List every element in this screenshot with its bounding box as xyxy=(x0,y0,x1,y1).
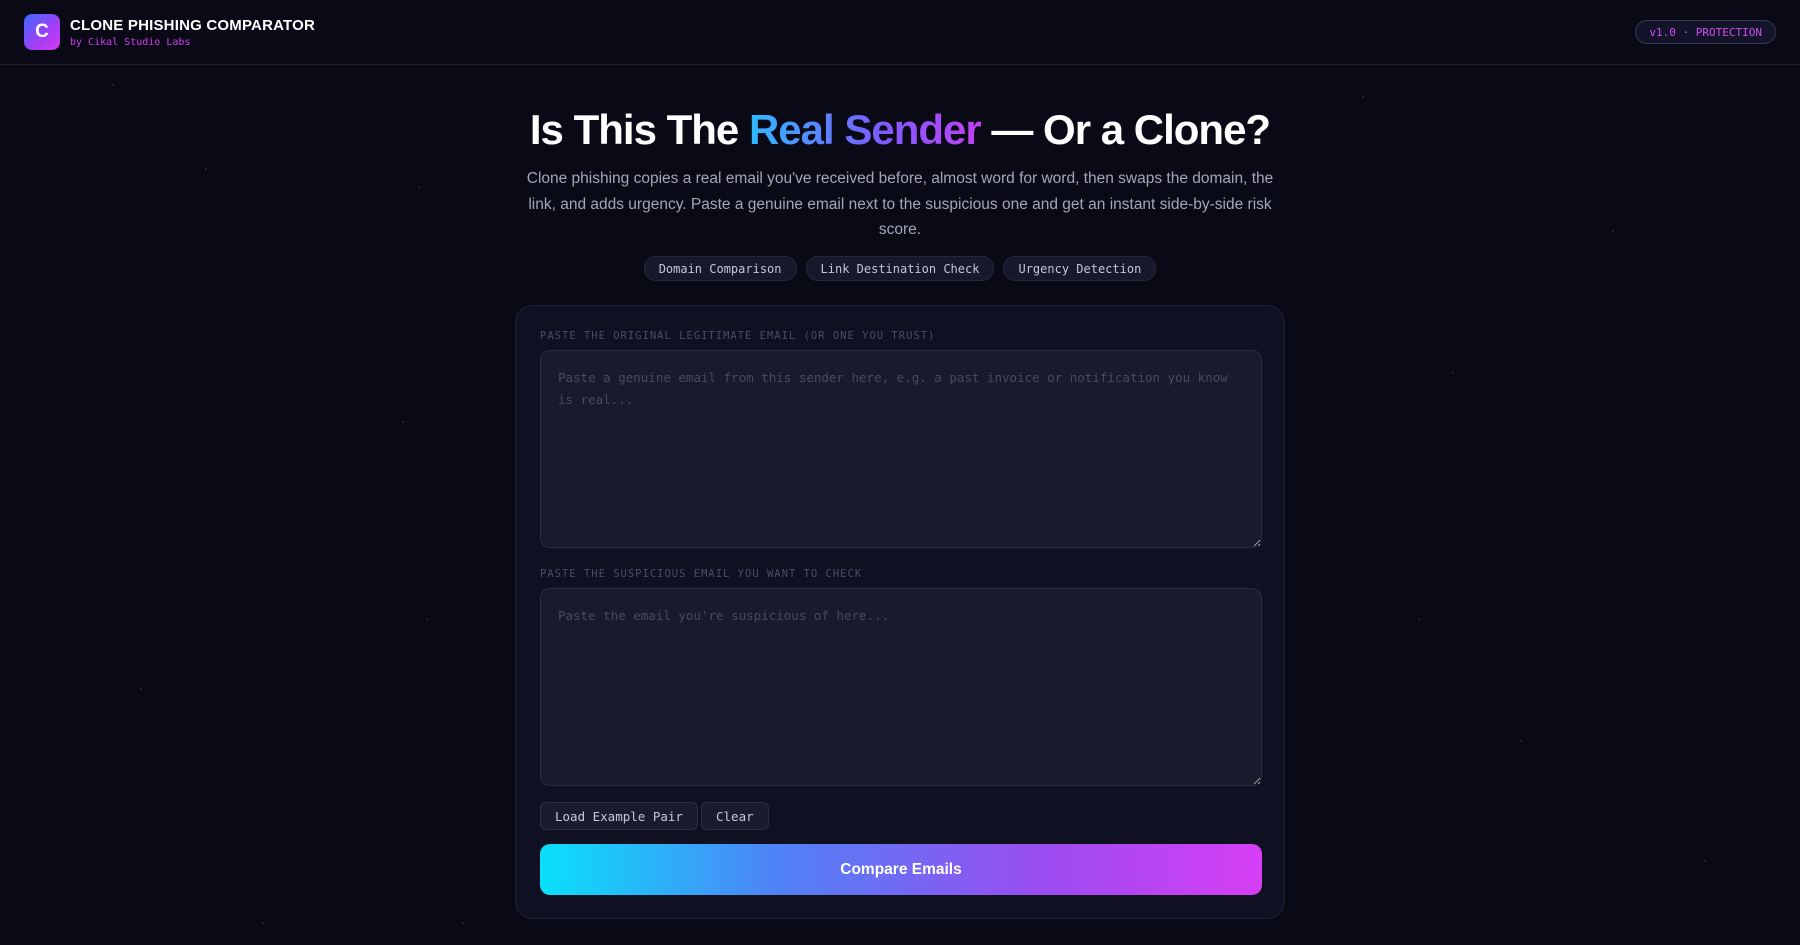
chip-link-destination-check: Link Destination Check xyxy=(805,256,995,281)
load-example-button[interactable]: Load Example Pair xyxy=(540,802,698,830)
app-logo: C xyxy=(24,14,60,50)
top-bar: C CLONE PHISHING COMPARATOR by Cikal Stu… xyxy=(0,0,1800,65)
page-description: Clone phishing copies a real email you'v… xyxy=(526,170,1274,238)
title-start: Is This The xyxy=(529,106,749,153)
app-title: CLONE PHISHING COMPARATOR xyxy=(70,16,316,34)
version-badge: v1.0 · PROTECTION xyxy=(1635,20,1776,44)
clear-button[interactable]: Clear xyxy=(701,802,769,830)
compare-emails-button[interactable]: Compare Emails xyxy=(540,844,1262,895)
brand: CLONE PHISHING COMPARATOR by Cikal Studi… xyxy=(70,17,315,48)
page-title: Is This The Real Sender — Or a Clone? xyxy=(0,106,1800,154)
logo-letter: C xyxy=(35,21,49,42)
original-email-input[interactable] xyxy=(540,350,1262,548)
suspicious-email-label: PASTE THE SUSPICIOUS EMAIL YOU WANT TO C… xyxy=(540,568,863,580)
app-subtitle: by Cikal Studio Labs xyxy=(70,36,191,48)
suspicious-email-input[interactable] xyxy=(540,588,1262,786)
feature-chips: Domain Comparison Link Destination Check… xyxy=(0,256,1800,281)
original-email-label: PASTE THE ORIGINAL LEGITIMATE EMAIL (OR … xyxy=(540,330,936,342)
compare-form-card: PASTE THE ORIGINAL LEGITIMATE EMAIL (OR … xyxy=(515,305,1285,919)
chip-domain-comparison: Domain Comparison xyxy=(643,256,797,281)
chip-urgency-detection: Urgency Detection xyxy=(1003,256,1157,281)
title-end: — Or a Clone? xyxy=(980,106,1271,153)
title-highlight: Real Sender xyxy=(748,106,982,153)
